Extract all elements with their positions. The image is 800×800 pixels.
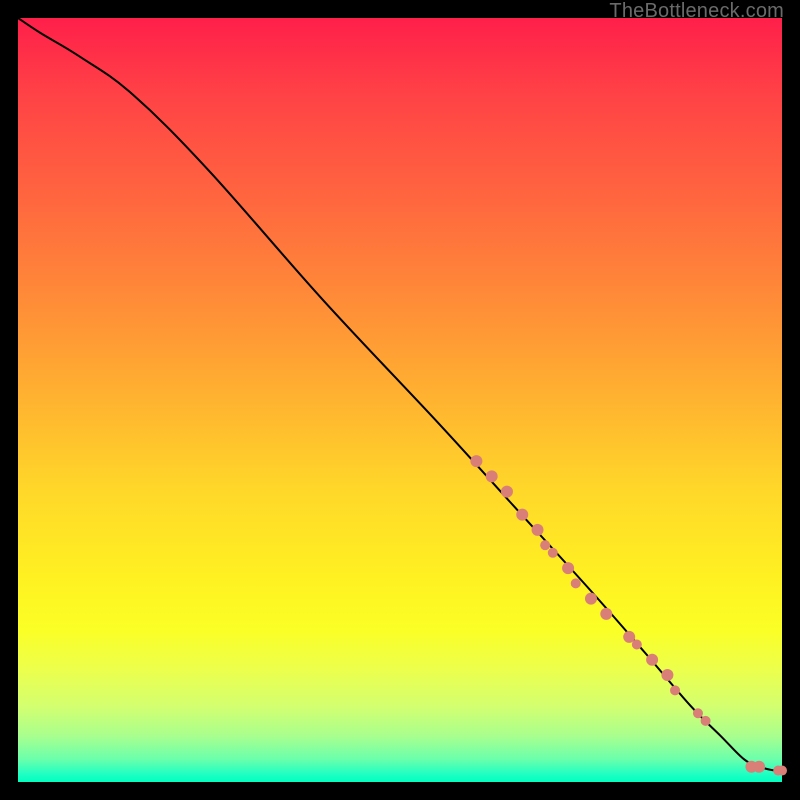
data-point	[600, 608, 612, 620]
data-point	[540, 540, 550, 550]
data-point	[486, 470, 498, 482]
data-point	[585, 593, 597, 605]
bottleneck-curve	[18, 18, 782, 771]
plot-area	[18, 18, 782, 782]
data-point	[777, 766, 787, 776]
data-point	[753, 761, 765, 773]
data-point	[632, 639, 642, 649]
data-point	[532, 524, 544, 536]
data-point	[661, 669, 673, 681]
chart-stage: TheBottleneck.com	[0, 0, 800, 800]
data-point	[571, 578, 581, 588]
data-point	[693, 708, 703, 718]
marker-layer	[470, 455, 787, 775]
data-point	[470, 455, 482, 467]
data-point	[646, 654, 658, 666]
data-point	[670, 685, 680, 695]
curve-layer	[18, 18, 782, 771]
watermark-text: TheBottleneck.com	[609, 0, 784, 23]
data-point	[548, 548, 558, 558]
data-point	[516, 509, 528, 521]
data-point	[701, 716, 711, 726]
data-point	[501, 486, 513, 498]
data-point	[562, 562, 574, 574]
chart-svg	[18, 18, 782, 782]
